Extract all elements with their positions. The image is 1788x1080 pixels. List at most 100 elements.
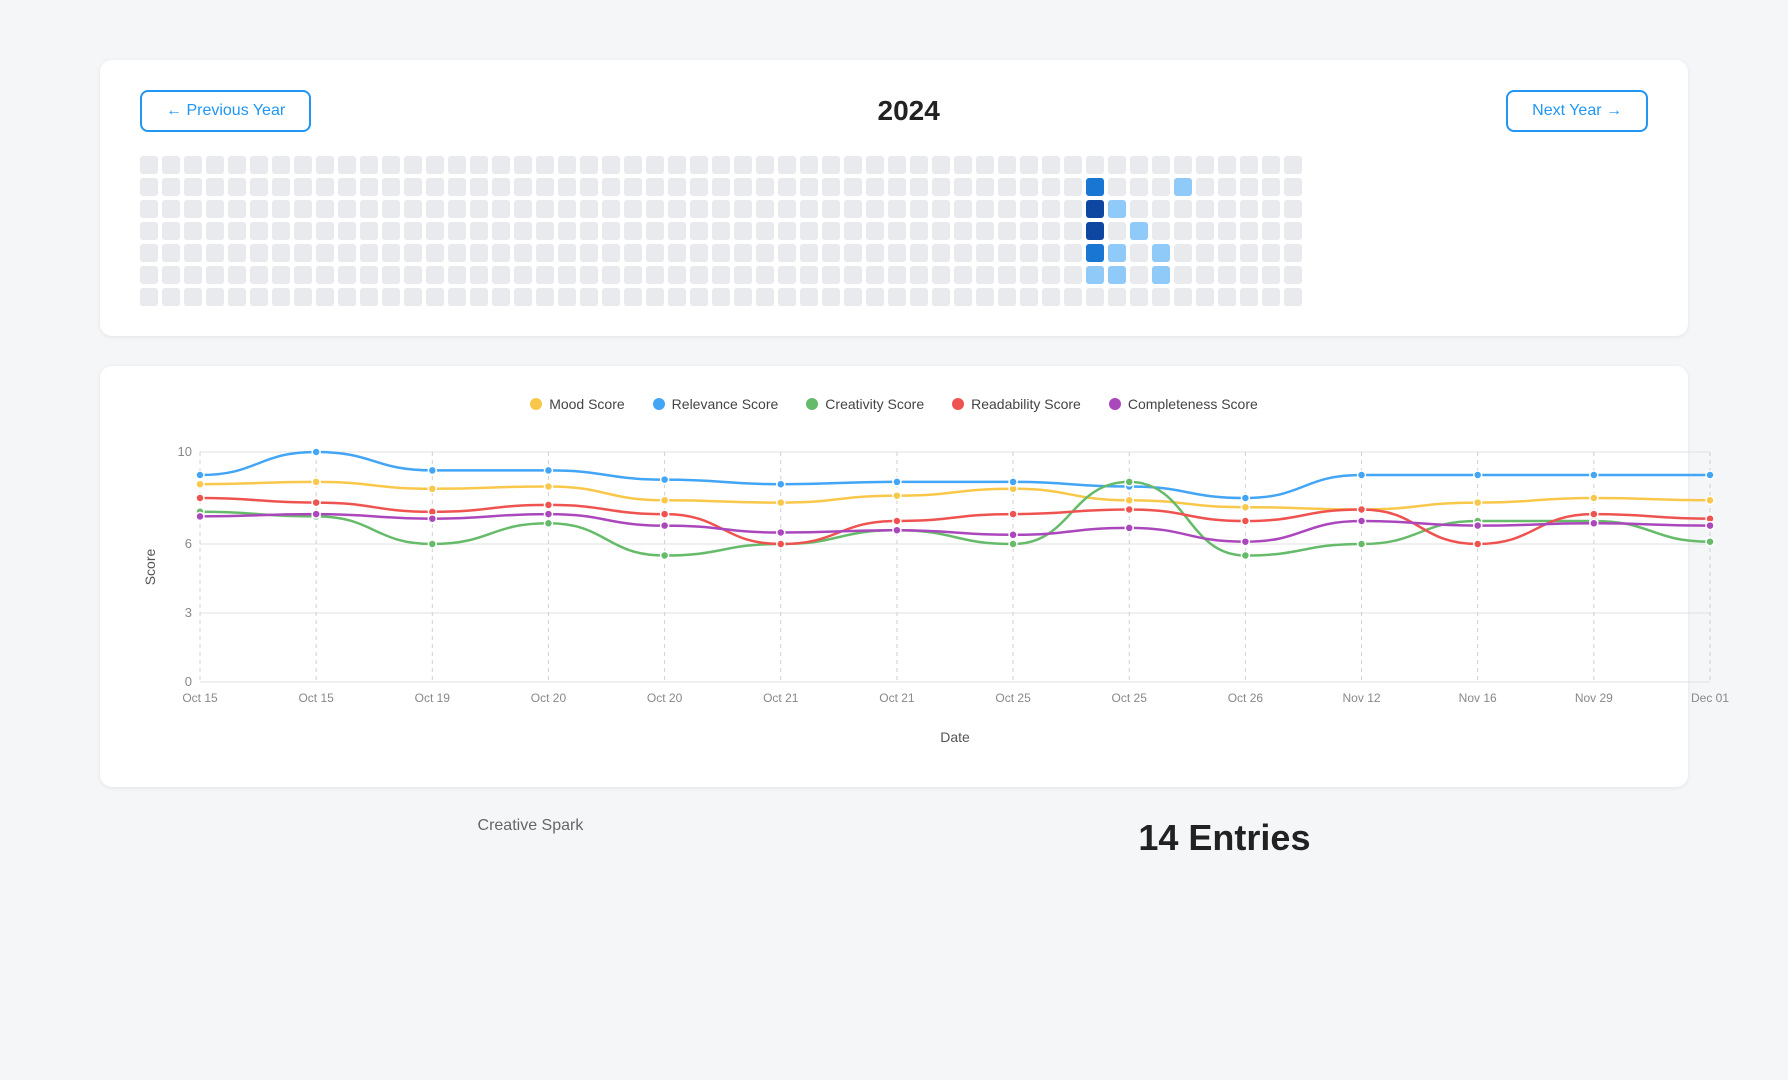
dot-completeness-0[interactable] [196,512,204,520]
heatmap-cell[interactable] [206,244,224,262]
heatmap-cell[interactable] [536,178,554,196]
heatmap-cell[interactable] [888,266,906,284]
heatmap-cell[interactable] [646,178,664,196]
heatmap-cell[interactable] [1218,288,1236,306]
heatmap-cell[interactable] [734,156,752,174]
dot-mood-12[interactable] [1590,494,1598,502]
heatmap-cell[interactable] [448,266,466,284]
heatmap-cell[interactable] [976,200,994,218]
heatmap-cell[interactable] [1196,178,1214,196]
heatmap-cell[interactable] [514,178,532,196]
heatmap-cell[interactable] [888,156,906,174]
heatmap-cell[interactable] [448,288,466,306]
heatmap-cell[interactable] [162,178,180,196]
heatmap-cell[interactable] [624,288,642,306]
heatmap-cell[interactable] [1218,244,1236,262]
heatmap-cell[interactable] [1284,156,1302,174]
heatmap-cell[interactable] [404,156,422,174]
heatmap-cell[interactable] [1108,222,1126,240]
heatmap-cell[interactable] [140,178,158,196]
heatmap-cell[interactable] [844,244,862,262]
heatmap-cell[interactable] [1064,222,1082,240]
heatmap-cell[interactable] [1086,244,1104,262]
heatmap-cell[interactable] [404,288,422,306]
heatmap-cell[interactable] [1020,222,1038,240]
dot-creativity-13[interactable] [1706,538,1714,546]
dot-completeness-7[interactable] [1009,531,1017,539]
heatmap-cell[interactable] [426,178,444,196]
heatmap-cell[interactable] [1042,288,1060,306]
dot-relevance-13[interactable] [1706,471,1714,479]
heatmap-cell[interactable] [228,244,246,262]
heatmap-cell[interactable] [910,266,928,284]
heatmap-cell[interactable] [294,156,312,174]
dot-relevance-0[interactable] [196,471,204,479]
heatmap-cell[interactable] [1152,156,1170,174]
heatmap-cell[interactable] [536,244,554,262]
heatmap-cell[interactable] [470,178,488,196]
heatmap-cell[interactable] [1108,178,1126,196]
heatmap-cell[interactable] [712,178,730,196]
heatmap-cell[interactable] [1152,178,1170,196]
heatmap-cell[interactable] [162,266,180,284]
dot-creativity-10[interactable] [1358,540,1366,548]
heatmap-cell[interactable] [844,178,862,196]
heatmap-cell[interactable] [404,178,422,196]
heatmap-cell[interactable] [1130,156,1148,174]
heatmap-cell[interactable] [624,156,642,174]
heatmap-cell[interactable] [756,288,774,306]
heatmap-cell[interactable] [756,156,774,174]
heatmap-cell[interactable] [866,288,884,306]
dot-readability-6[interactable] [893,517,901,525]
heatmap-cell[interactable] [998,244,1016,262]
heatmap-cell[interactable] [1064,178,1082,196]
heatmap-cell[interactable] [800,156,818,174]
heatmap-cell[interactable] [470,288,488,306]
heatmap-cell[interactable] [228,156,246,174]
heatmap-cell[interactable] [602,222,620,240]
heatmap-cell[interactable] [712,244,730,262]
heatmap-cell[interactable] [514,200,532,218]
heatmap-cell[interactable] [1174,178,1192,196]
heatmap-cell[interactable] [624,244,642,262]
heatmap-cell[interactable] [536,288,554,306]
heatmap-cell[interactable] [734,178,752,196]
heatmap-cell[interactable] [514,266,532,284]
heatmap-cell[interactable] [1218,178,1236,196]
heatmap-cell[interactable] [1218,200,1236,218]
heatmap-cell[interactable] [140,244,158,262]
heatmap-cell[interactable] [756,178,774,196]
dot-readability-4[interactable] [661,510,669,518]
heatmap-cell[interactable] [734,266,752,284]
heatmap-cell[interactable] [1152,222,1170,240]
heatmap-cell[interactable] [910,222,928,240]
heatmap-cell[interactable] [888,288,906,306]
heatmap-cell[interactable] [184,200,202,218]
heatmap-cell[interactable] [910,178,928,196]
heatmap-cell[interactable] [1020,288,1038,306]
dot-readability-10[interactable] [1358,506,1366,514]
heatmap-cell[interactable] [1108,244,1126,262]
dot-readability-5[interactable] [777,540,785,548]
heatmap-cell[interactable] [1042,178,1060,196]
heatmap-cell[interactable] [228,200,246,218]
prev-year-button[interactable]: ← Previous Year [140,90,311,132]
heatmap-cell[interactable] [1262,200,1280,218]
heatmap-cell[interactable] [998,222,1016,240]
heatmap-cell[interactable] [1020,200,1038,218]
heatmap-cell[interactable] [734,200,752,218]
heatmap-cell[interactable] [250,222,268,240]
heatmap-cell[interactable] [492,222,510,240]
heatmap-cell[interactable] [1240,222,1258,240]
dot-relevance-4[interactable] [661,476,669,484]
heatmap-cell[interactable] [1086,178,1104,196]
heatmap-cell[interactable] [492,266,510,284]
heatmap-cell[interactable] [470,200,488,218]
heatmap-cell[interactable] [558,156,576,174]
heatmap-cell[interactable] [470,222,488,240]
heatmap-cell[interactable] [866,200,884,218]
heatmap-cell[interactable] [184,266,202,284]
dot-relevance-1[interactable] [312,448,320,456]
heatmap-cell[interactable] [800,178,818,196]
heatmap-cell[interactable] [492,156,510,174]
